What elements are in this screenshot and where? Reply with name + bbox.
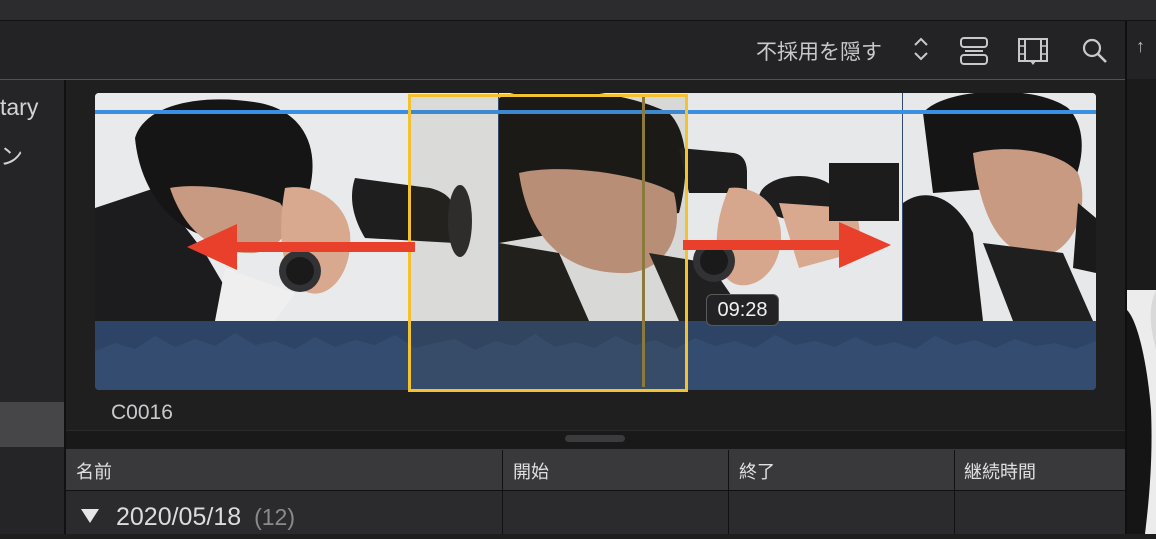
column-separator[interactable] xyxy=(728,450,729,534)
arrow-right-annotation xyxy=(683,220,891,275)
video-frame xyxy=(903,93,1096,321)
search-icon[interactable] xyxy=(1079,35,1111,72)
event-clip-count: (12) xyxy=(254,504,295,530)
sidebar-selected-item[interactable] xyxy=(0,402,64,447)
column-header-name[interactable]: 名前 xyxy=(76,458,112,484)
splitter-grip[interactable] xyxy=(565,435,625,442)
disclosure-triangle-icon[interactable] xyxy=(80,507,100,530)
stepper-chevrons-icon[interactable] xyxy=(910,34,932,69)
sidebar-item[interactable]: tary xyxy=(0,94,38,121)
sidebar-item[interactable]: ン xyxy=(0,137,23,171)
viewer-toolbar-glyph: ↑ xyxy=(1136,36,1145,56)
column-separator[interactable] xyxy=(502,450,503,534)
clip-name: C0016 xyxy=(111,401,173,424)
arrow-left-annotation xyxy=(187,222,415,277)
event-group-row[interactable]: 2020/05/18 (12) xyxy=(116,503,295,532)
event-date: 2020/05/18 xyxy=(116,503,242,531)
column-separator[interactable] xyxy=(954,450,955,534)
viewer-image xyxy=(1127,290,1156,534)
clip-appearance-icon[interactable] xyxy=(958,35,990,72)
column-header-duration[interactable]: 継続時間 xyxy=(964,458,1036,484)
selection-range[interactable] xyxy=(408,94,688,392)
skimmer-line[interactable] xyxy=(642,97,645,387)
browser-toolbar xyxy=(0,21,1125,79)
column-header-start[interactable]: 開始 xyxy=(513,458,549,484)
window-title-strip xyxy=(0,0,1156,21)
skimmer-timecode: 09:28 xyxy=(706,294,779,326)
column-header-end[interactable]: 終了 xyxy=(739,458,775,484)
filmstrip-icon[interactable] xyxy=(1016,35,1050,72)
hide-rejected-filter[interactable]: 不採用を隠す xyxy=(756,36,882,66)
